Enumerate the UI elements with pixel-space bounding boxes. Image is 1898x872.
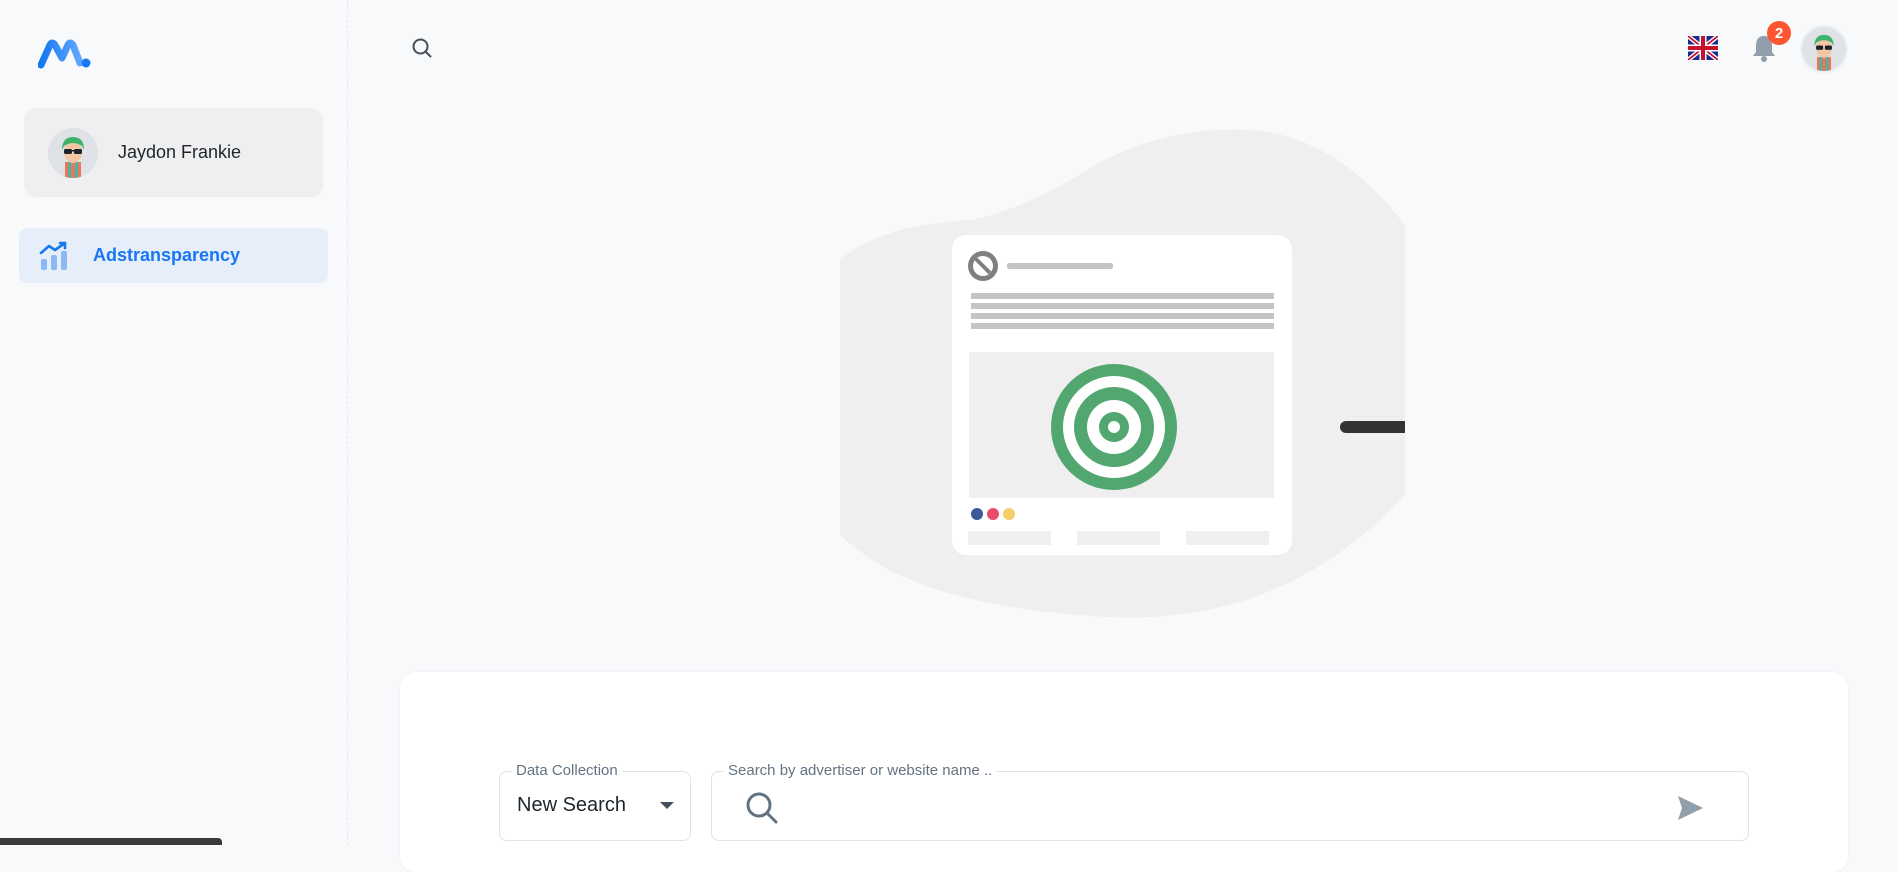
ad-target-illustration bbox=[840, 125, 1410, 620]
send-icon bbox=[1674, 796, 1706, 827]
logo-icon[interactable] bbox=[37, 36, 94, 72]
account-avatar[interactable] bbox=[1800, 25, 1848, 73]
notification-badge: 2 bbox=[1767, 21, 1791, 45]
search-card: Data Collection New Search Search by adv… bbox=[400, 672, 1848, 872]
bottom-toast-bar bbox=[0, 838, 222, 845]
search-icon bbox=[410, 36, 434, 65]
uk-flag-icon[interactable] bbox=[1686, 34, 1720, 62]
bell-icon bbox=[1748, 36, 1780, 68]
sidebar: Jaydon Frankie Adstransparency bbox=[0, 0, 348, 845]
user-card[interactable]: Jaydon Frankie bbox=[24, 108, 323, 197]
chart-icon bbox=[39, 241, 69, 271]
search-icon bbox=[744, 790, 780, 826]
data-collection-label: Data Collection bbox=[512, 762, 622, 779]
user-avatar bbox=[48, 127, 98, 178]
user-name: Jaydon Frankie bbox=[118, 142, 242, 162]
data-collection-value: New Search bbox=[517, 794, 626, 816]
search-button[interactable] bbox=[408, 36, 436, 64]
advertiser-search-field[interactable]: Search by advertiser or website name .. bbox=[711, 762, 1749, 841]
advertiser-search-label: Search by advertiser or website name .. bbox=[724, 762, 997, 779]
data-collection-select[interactable]: Data Collection New Search bbox=[499, 762, 691, 841]
sidebar-item-adstransparency[interactable]: Adstransparency bbox=[19, 228, 328, 283]
chevron-down-icon[interactable] bbox=[660, 802, 674, 809]
sidebar-item-label: Adstransparency bbox=[93, 245, 241, 265]
send-button[interactable] bbox=[1674, 793, 1706, 823]
